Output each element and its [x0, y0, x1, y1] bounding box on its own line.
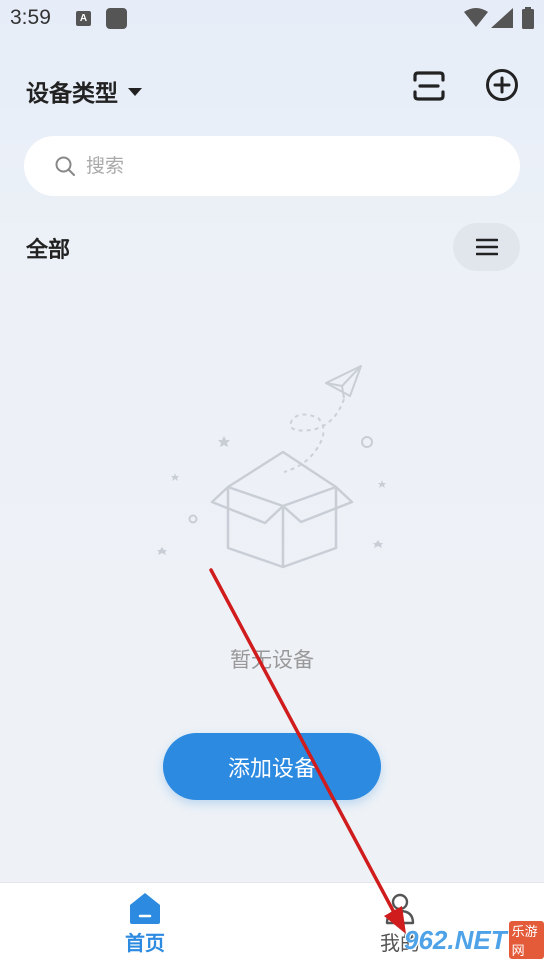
watermark-logo-text: 962.NET	[404, 924, 507, 955]
empty-state-message: 暂无设备	[230, 648, 314, 672]
hamburger-menu-icon	[475, 238, 498, 256]
a-notification-icon: A	[76, 11, 91, 26]
open-box-icon	[210, 450, 354, 569]
search-bar[interactable]	[24, 136, 520, 196]
caret-down-icon	[128, 88, 142, 96]
scan-button[interactable]	[411, 69, 447, 103]
signal-icon	[491, 8, 513, 28]
device-type-dropdown[interactable]: 设备类型	[26, 74, 142, 108]
paper-plane-icon	[325, 365, 362, 399]
add-button[interactable]	[484, 67, 520, 103]
search-icon	[55, 156, 75, 176]
nav-tab-home[interactable]: 首页	[100, 891, 190, 963]
plus-circle-icon	[486, 69, 518, 101]
page-title: 设备类型	[26, 81, 118, 107]
status-bar: 3:59 A	[0, 0, 544, 40]
scan-icon	[413, 71, 445, 101]
add-device-button[interactable]: 添加设备	[163, 733, 381, 800]
filter-menu-button[interactable]	[453, 223, 520, 271]
app-square-icon	[106, 8, 127, 29]
search-input[interactable]	[84, 154, 488, 178]
sparkle-decorations	[157, 436, 386, 555]
section-title-all: 全部	[26, 238, 71, 263]
battery-icon	[522, 7, 534, 29]
home-icon	[130, 893, 160, 924]
status-time: 3:59	[10, 6, 51, 29]
nav-tab-home-label: 首页	[125, 931, 165, 955]
wifi-icon	[464, 8, 488, 27]
empty-box-illustration	[157, 365, 386, 569]
watermark-sub-text: 乐游网	[508, 921, 544, 959]
site-watermark: 962.NET 乐游网	[404, 912, 544, 968]
